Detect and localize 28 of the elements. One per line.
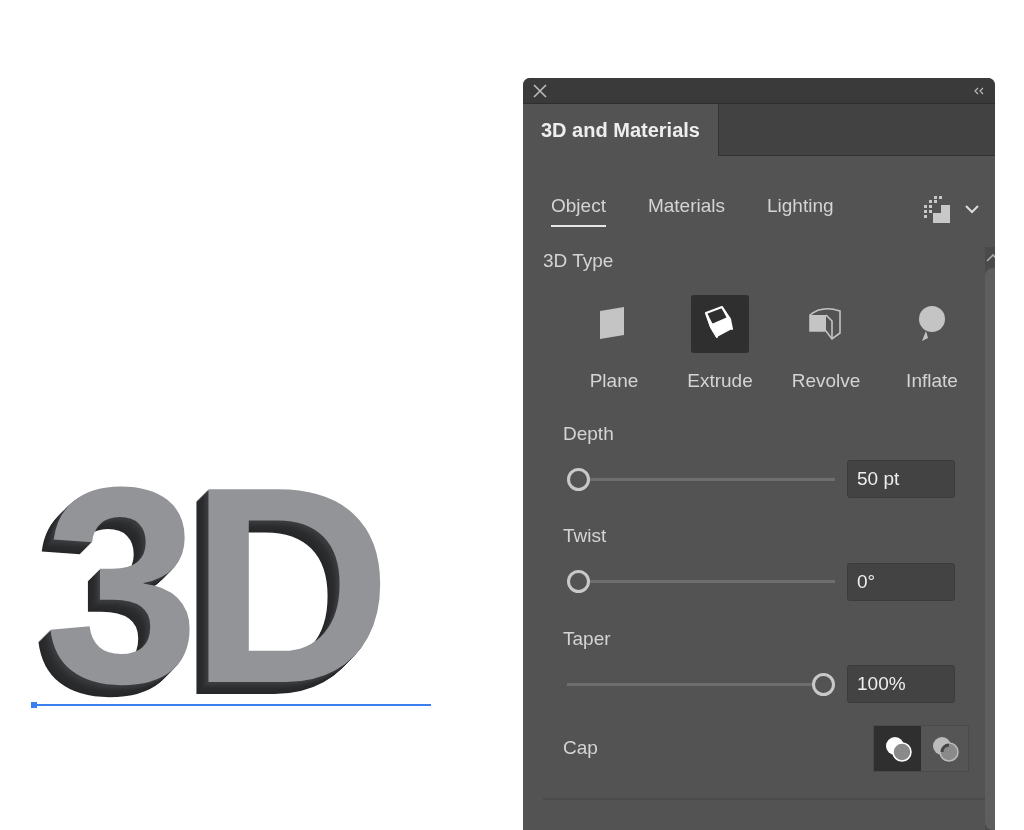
tab[interactable]: Materials [647, 192, 725, 227]
tab[interactable]: Lighting [767, 192, 834, 227]
collapse-icon[interactable] [973, 86, 985, 95]
type-option[interactable]: Inflate [879, 295, 985, 396]
slider-thumb[interactable] [567, 467, 590, 491]
slider-thumb[interactable] [812, 672, 835, 696]
type-option[interactable]: Revolve [773, 295, 879, 396]
staircase-icon[interactable] [923, 195, 951, 224]
cylinder-icon [930, 734, 959, 763]
slider-label: Twist [563, 524, 608, 548]
slider-label: Depth [563, 421, 615, 446]
type-option[interactable]: Plane [561, 295, 667, 396]
section-title: 3D Type [543, 248, 615, 273]
cap-label: Cap [563, 736, 598, 761]
panel-tab[interactable]: 3D and Materials [523, 104, 719, 156]
value-field[interactable]: 100% [847, 665, 955, 703]
cap-toggle[interactable] [874, 726, 921, 771]
close-icon[interactable] [533, 83, 547, 98]
type-option[interactable]: Extrude [667, 295, 773, 396]
value-field[interactable]: 50 pt [847, 460, 955, 498]
value-field[interactable]: 0° [847, 562, 955, 601]
slider-label: Taper [563, 626, 612, 651]
chevron-down-icon[interactable] [965, 204, 979, 214]
scroll-up-icon[interactable] [986, 252, 995, 262]
slider-thumb[interactable] [567, 570, 590, 593]
cylinder-icon [883, 734, 912, 763]
tab[interactable]: Object [551, 192, 606, 227]
cylinder-segment-icon [808, 305, 844, 343]
